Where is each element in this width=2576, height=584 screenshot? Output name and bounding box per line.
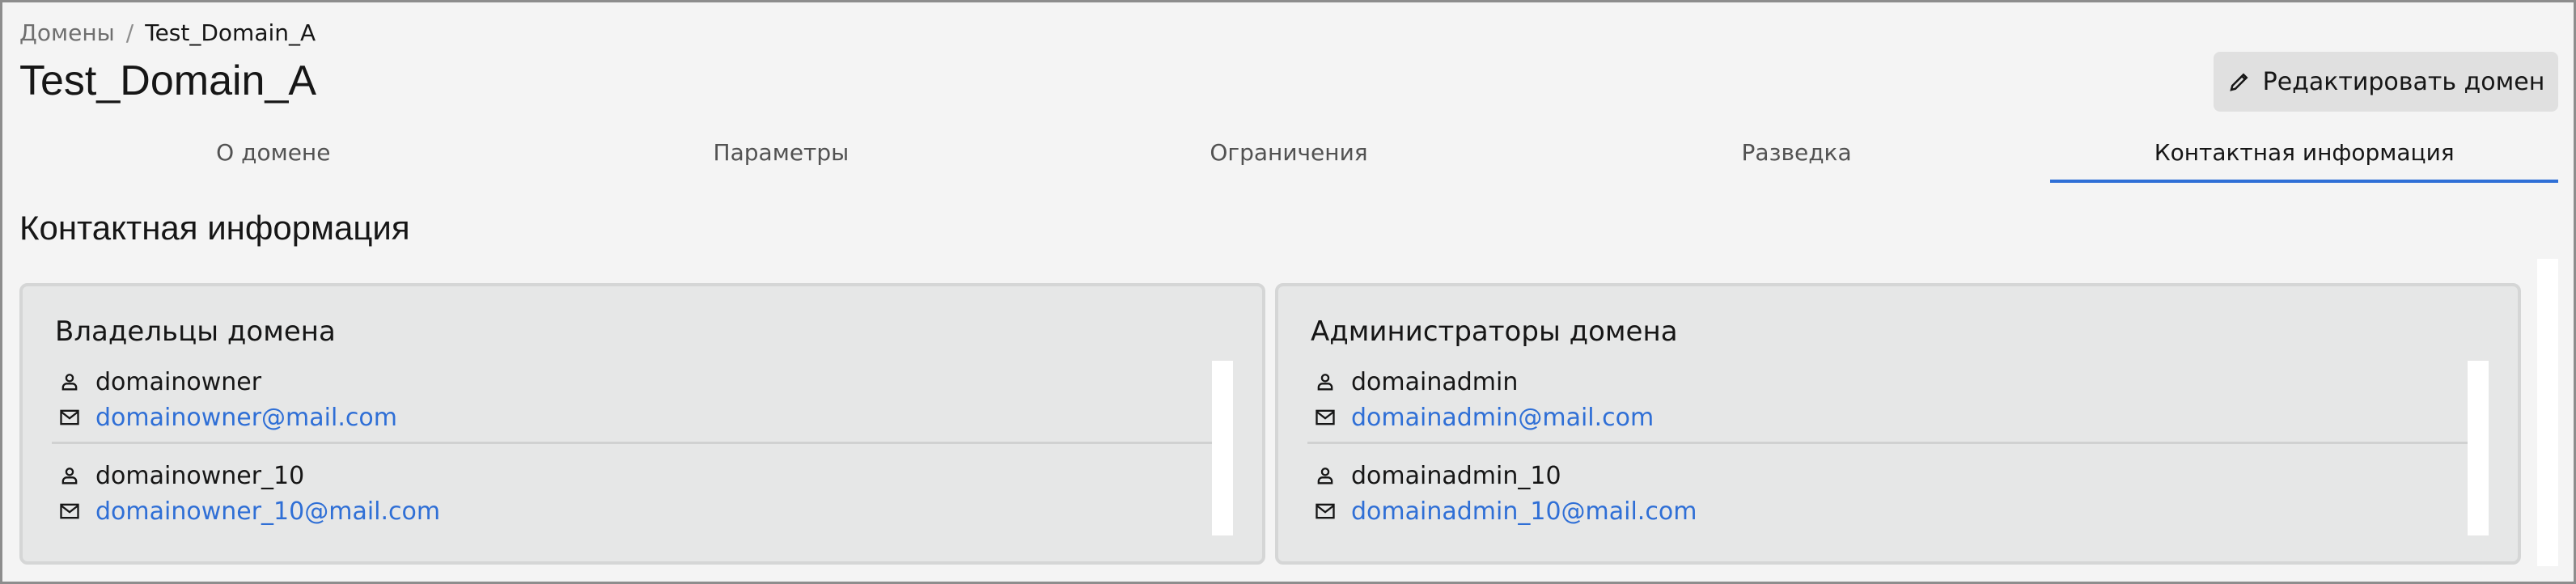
page-scrollbar[interactable]: [2537, 259, 2558, 566]
owners-scrollbar[interactable]: [1212, 361, 1233, 535]
user-icon: [1317, 374, 1333, 391]
breadcrumb-separator: /: [125, 19, 134, 46]
tab-parameters[interactable]: Параметры: [527, 121, 1036, 183]
tab-bar: О домене Параметры Ограничения Разведка …: [19, 121, 2558, 183]
mail-icon: [1316, 503, 1335, 519]
admin-contact: domainadmin domainadmin@mail.com: [1314, 364, 2469, 435]
owners-card: Владельцы домена domainowner domainowner…: [19, 283, 1265, 565]
contact-email-link[interactable]: domainadmin@mail.com: [1351, 404, 1654, 432]
contact-name: domainowner: [95, 367, 262, 396]
owner-contact: domainowner_10 domainowner_10@mail.com: [58, 458, 1214, 529]
edit-domain-button[interactable]: Редактировать домен: [2214, 52, 2558, 112]
admins-card: Администраторы домена domainadmin domain…: [1275, 283, 2521, 565]
contact-divider: [1307, 442, 2468, 444]
contact-email-link[interactable]: domainadmin_10@mail.com: [1351, 497, 1697, 526]
owner-contact: domainowner domainowner@mail.com: [58, 364, 1214, 435]
admins-card-title: Администраторы домена: [1311, 315, 1678, 348]
page-title: Test_Domain_A: [19, 57, 317, 104]
user-icon: [61, 468, 78, 485]
tab-recon[interactable]: Разведка: [1543, 121, 2051, 183]
contact-name: domainadmin_10: [1351, 461, 1561, 490]
contact-email-link[interactable]: domainowner_10@mail.com: [95, 497, 440, 526]
edit-domain-label: Редактировать домен: [2262, 67, 2545, 96]
contact-divider: [52, 442, 1212, 444]
tab-restrictions[interactable]: Ограничения: [1035, 121, 1543, 183]
pencil-icon: [2229, 73, 2248, 91]
owners-card-title: Владельцы домена: [55, 315, 336, 348]
contact-name: domainowner_10: [95, 461, 305, 490]
section-title: Контактная информация: [19, 209, 410, 247]
mail-icon: [60, 503, 79, 519]
breadcrumb: Домены / Test_Domain_A: [19, 19, 316, 46]
user-icon: [61, 374, 78, 391]
contact-name: domainadmin: [1351, 367, 1519, 396]
breadcrumb-link-domains[interactable]: Домены: [19, 19, 115, 46]
mail-icon: [60, 409, 79, 425]
breadcrumb-current: Test_Domain_A: [145, 19, 316, 46]
admin-contact: domainadmin_10 domainadmin_10@mail.com: [1314, 458, 2469, 529]
contact-email-link[interactable]: domainowner@mail.com: [95, 404, 397, 432]
user-icon: [1317, 468, 1333, 485]
admins-scrollbar[interactable]: [2468, 361, 2489, 535]
tab-contact-info[interactable]: Контактная информация: [2050, 121, 2558, 183]
mail-icon: [1316, 409, 1335, 425]
tab-about[interactable]: О домене: [19, 121, 527, 183]
